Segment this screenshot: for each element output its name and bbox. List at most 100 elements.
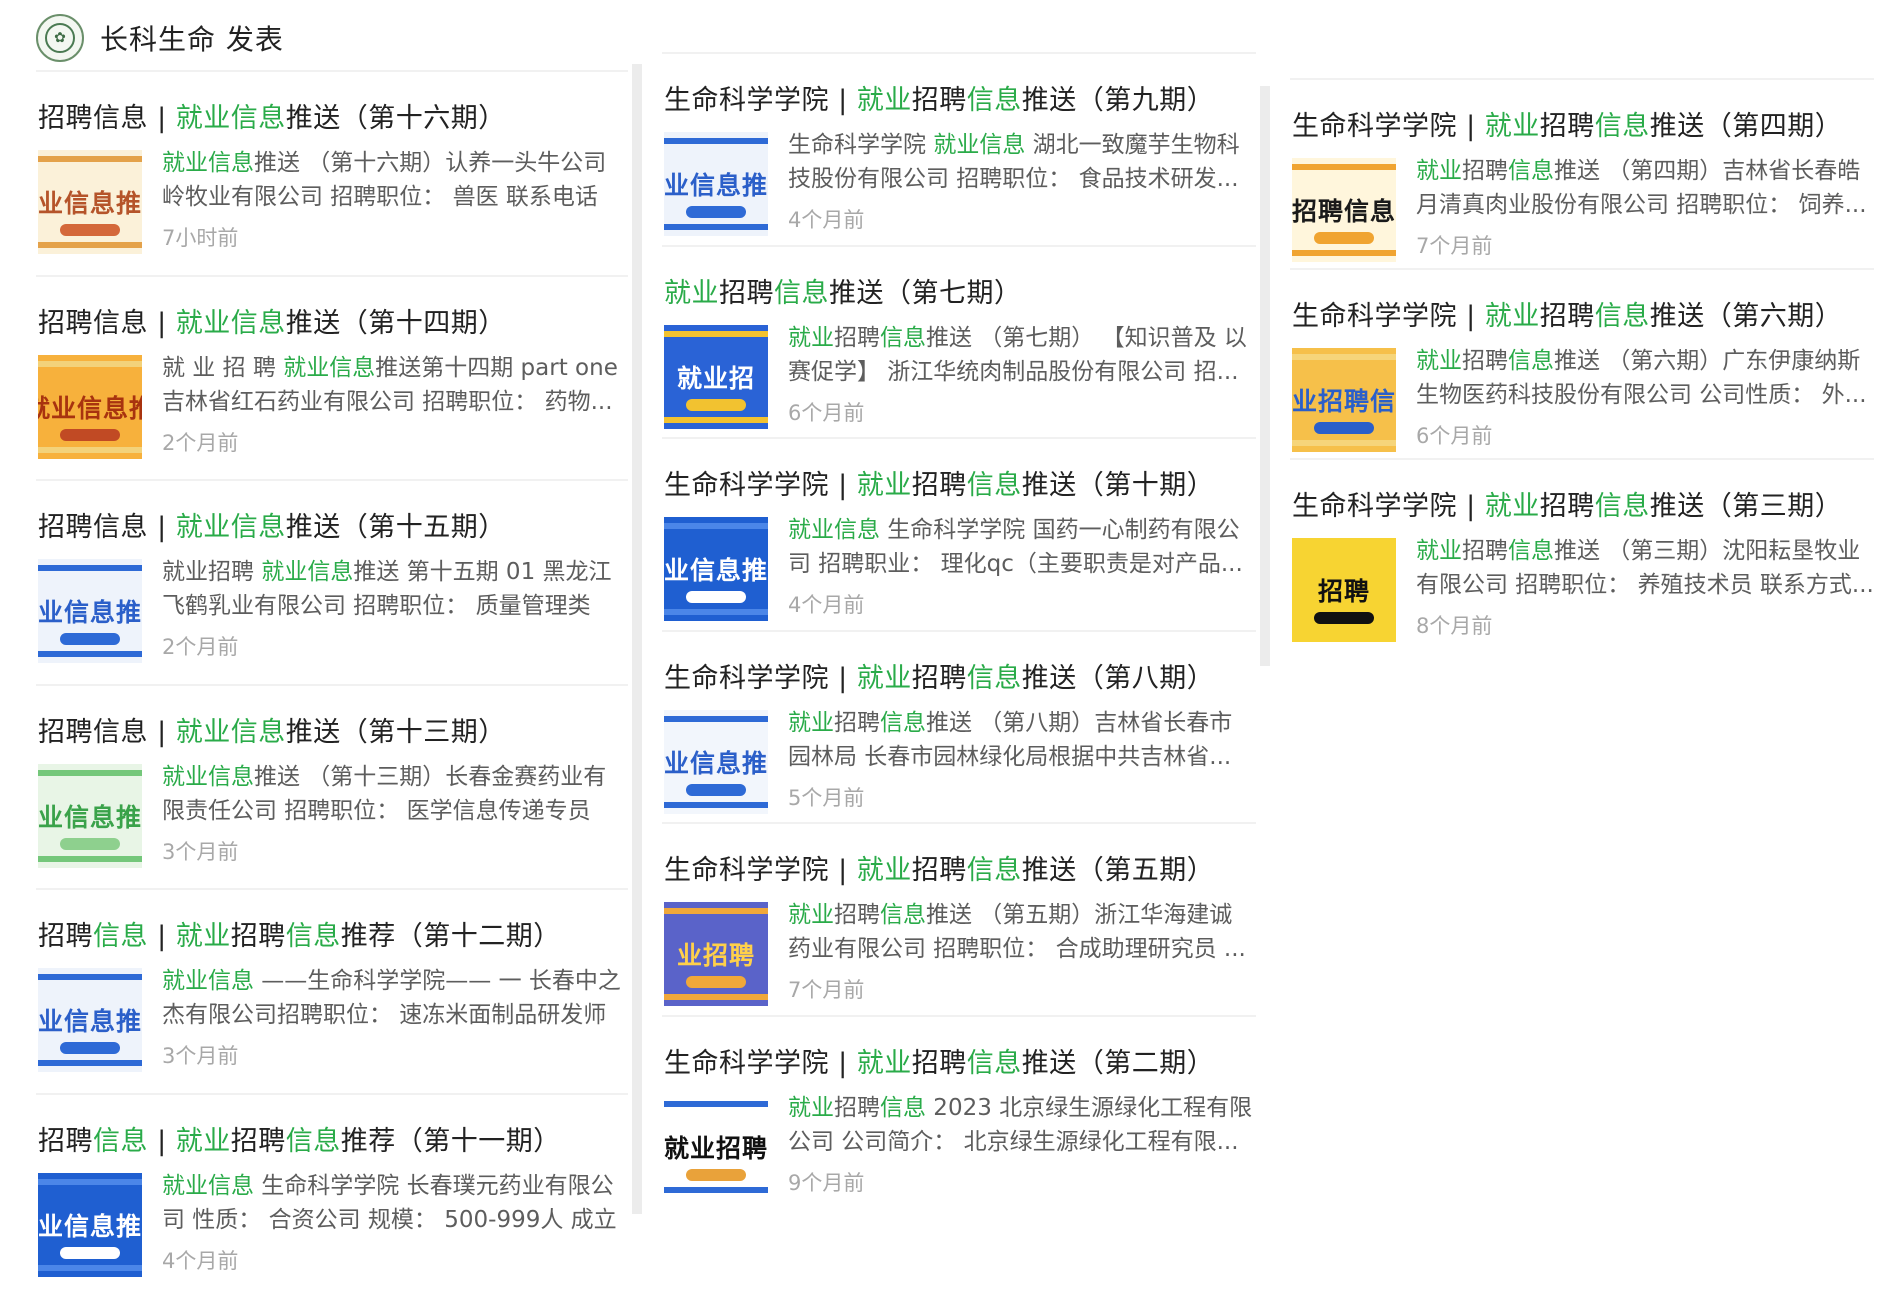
- thumbnail-band: [38, 565, 142, 571]
- article-title[interactable]: 生命科学学院 | 就业招聘信息推送（第六期）: [1292, 294, 1842, 333]
- article-title[interactable]: 生命科学学院 | 就业招聘信息推送（第八期）: [664, 656, 1214, 695]
- publish-time: 3个月前: [162, 1040, 238, 1070]
- article-card[interactable]: 生命科学学院 | 就业招聘信息推送（第六期）业招聘信就业招聘信息推送 （第六期）…: [1290, 268, 1874, 460]
- article-card[interactable]: 生命科学学院 | 就业招聘信息推送（第十期）业信息推就业信息 生命科学学院 国药…: [662, 437, 1256, 632]
- article-title[interactable]: 招聘信息 | 就业信息推送（第十六期）: [38, 96, 506, 135]
- recruitment-cover-thumbnail[interactable]: 就业招: [664, 325, 768, 429]
- article-card[interactable]: 招聘信息 | 就业信息推送（第十三期）业信息推就业信息推送 （第十三期）长春金赛…: [36, 684, 628, 891]
- recruitment-cover-thumbnail[interactable]: 就业信息推: [38, 355, 142, 459]
- thumbnail-text: 业信息推: [664, 166, 768, 202]
- article-title[interactable]: 生命科学学院 | 就业招聘信息推送（第四期）: [1292, 104, 1842, 143]
- publish-time: 2个月前: [162, 631, 238, 661]
- highlight-keyword: 信息: [967, 1048, 1022, 1079]
- article-card[interactable]: 招聘信息 | 就业信息推送（第十四期）就业信息推就 业 招 聘 就业信息推送第十…: [36, 275, 628, 482]
- recruitment-cover-thumbnail[interactable]: 业信息推: [664, 517, 768, 621]
- highlight-keyword: 就业: [857, 855, 912, 886]
- article-title[interactable]: 招聘信息 | 就业信息推送（第十四期）: [38, 301, 506, 340]
- article-card[interactable]: 招聘信息 | 就业信息推送（第十六期）业信息推就业信息推送 （第十六期）认养一头…: [36, 70, 628, 277]
- recruitment-cover-thumbnail[interactable]: 就业招聘: [664, 1095, 768, 1199]
- recruitment-cover-thumbnail[interactable]: 招聘信息: [1292, 158, 1396, 262]
- recruitment-cover-thumbnail[interactable]: 业招聘信: [1292, 348, 1396, 452]
- highlight-keyword: 信息: [93, 921, 148, 952]
- recruitment-cover-thumbnail[interactable]: 业信息推: [38, 1173, 142, 1277]
- article-card[interactable]: 生命科学学院 | 就业招聘信息推送（第八期） 业信息推就业招聘信息推送 （第八期）…: [662, 630, 1256, 825]
- article-title[interactable]: 生命科学学院 | 就业招聘信息推送（第二期）: [664, 1041, 1214, 1080]
- text-segment: ——生命科学学院—— 一 长春中之: [254, 968, 621, 994]
- article-title[interactable]: 招聘信息 | 就业招聘信息推荐（第十二期）: [38, 914, 561, 953]
- text-segment: 技股份有限公司 招聘职位： 食品技术研发...: [788, 166, 1239, 192]
- article-card[interactable]: 招聘信息 | 就业招聘信息推荐（第十一期） 业信息推就业信息 生命科学学院 长春璞…: [36, 1093, 628, 1299]
- summary-line: 月清真肉业股份有限公司 招聘职位： 饲养...: [1416, 188, 1874, 222]
- article-card[interactable]: 生命科学学院 | 就业招聘信息推送（第九期）业信息推生命科学学院 就业信息 湖北…: [662, 52, 1256, 247]
- highlight-keyword: 就业: [788, 325, 834, 351]
- article-card[interactable]: 招聘信息 | 就业信息推送（第十五期）业信息推就业招聘 就业信息推送 第十五期 …: [36, 479, 628, 686]
- recruitment-cover-thumbnail[interactable]: 业信息推: [664, 710, 768, 814]
- summary-line: 有限公司 招聘职位： 养殖技术员 联系方式...: [1416, 568, 1874, 602]
- recruitment-cover-thumbnail[interactable]: 招聘: [1292, 538, 1396, 642]
- text-segment: 生命科学学院 |: [1292, 491, 1485, 522]
- article-title[interactable]: 生命科学学院 | 就业招聘信息推送（第九期）: [664, 78, 1214, 117]
- text-segment: 有限公司 招聘职位： 养殖技术员 联系方式...: [1416, 572, 1874, 598]
- article-card[interactable]: 招聘信息 | 就业招聘信息推荐（第十二期）业信息推就业信息 ——生命科学学院——…: [36, 888, 628, 1095]
- article-title[interactable]: 生命科学学院 | 就业招聘信息推送（第三期）: [1292, 484, 1842, 523]
- article-title[interactable]: 招聘信息 | 就业招聘信息推荐（第十一期）: [38, 1119, 561, 1158]
- thumbnail-band: [1292, 164, 1396, 170]
- thumbnail-pill: [1314, 612, 1374, 624]
- text-segment: 生命科学学院 |: [1292, 301, 1485, 332]
- text-segment: 招聘: [1540, 111, 1595, 142]
- text-segment: 招聘: [912, 85, 967, 116]
- article-title[interactable]: 生命科学学院 | 就业招聘信息推送（第十期）: [664, 463, 1214, 502]
- article-card[interactable]: 就业招聘信息推送（第七期） 就业招就业招聘信息推送 （第七期） 【知识普及 以赛促…: [662, 245, 1256, 440]
- article-card[interactable]: 生命科学学院 | 就业招聘信息推送（第五期）业招聘就业招聘信息推送 （第五期）浙…: [662, 822, 1256, 1017]
- text-segment: 推送 （第三期）沈阳耘垦牧业: [1554, 538, 1860, 564]
- text-segment: 推送（第十三期）: [286, 717, 506, 748]
- recruitment-cover-thumbnail[interactable]: 业信息推: [38, 559, 142, 663]
- recruitment-cover-thumbnail[interactable]: 业招聘: [664, 902, 768, 1006]
- recruitment-cover-thumbnail[interactable]: 业信息推: [664, 132, 768, 236]
- thumbnail-band: [664, 331, 768, 337]
- text-segment: 生命科学学院 |: [664, 855, 857, 886]
- summary-line: 药业有限公司 招聘职位： 合成助理研究员 ...: [788, 932, 1256, 966]
- highlight-keyword: 就业信息: [788, 517, 880, 543]
- thumbnail-band: [664, 609, 768, 615]
- highlight-keyword: 信息: [1595, 111, 1650, 142]
- article-summary: 就业信息 生命科学学院 长春璞元药业有限公司 性质： 合资公司 规模： 500-…: [162, 1169, 628, 1237]
- text-segment: 湖北一致魔芋生物科: [1025, 132, 1239, 158]
- highlight-keyword: 就业: [857, 470, 912, 501]
- publish-time: 7小时前: [162, 222, 238, 252]
- article-card[interactable]: 生命科学学院 | 就业招聘信息推送（第四期）招聘信息就业招聘信息推送 （第四期）…: [1290, 78, 1874, 270]
- recruitment-cover-thumbnail[interactable]: 业信息推: [38, 764, 142, 868]
- article-card[interactable]: 生命科学学院 | 就业招聘信息推送（第二期）就业招聘就业招聘信息 2023 北京…: [662, 1015, 1256, 1210]
- article-title[interactable]: 生命科学学院 | 就业招聘信息推送（第五期）: [664, 848, 1214, 887]
- summary-line: 就业信息 生命科学学院 长春璞元药业有限公: [162, 1169, 628, 1203]
- highlight-keyword: 就业: [1416, 348, 1462, 374]
- highlight-keyword: 就业: [857, 85, 912, 116]
- thumbnail-text: 业信息推: [664, 551, 768, 587]
- thumbnail-pill: [60, 633, 120, 645]
- summary-line: 就业招聘信息推送 （第七期） 【知识普及 以: [788, 321, 1256, 355]
- summary-line: 飞鹤乳业有限公司 招聘职位： 质量管理类: [162, 589, 628, 623]
- article-title[interactable]: 就业招聘信息推送（第七期）: [664, 271, 1022, 310]
- article-summary: 就业招聘信息推送 （第七期） 【知识普及 以赛促学】 浙江华统肉制品股份有限公司…: [788, 321, 1256, 389]
- highlight-keyword: 信息: [286, 921, 341, 952]
- summary-line: 司 招聘职业： 理化qc（主要职责是对产品...: [788, 547, 1256, 581]
- text-segment: 招聘: [912, 1048, 967, 1079]
- recruitment-cover-thumbnail[interactable]: 业信息推: [38, 150, 142, 254]
- publish-time: 2个月前: [162, 427, 238, 457]
- highlight-keyword: 就业: [1485, 111, 1540, 142]
- text-segment: 推送 （第十三期）长春金赛药业有: [254, 764, 606, 790]
- article-summary: 就业招聘信息推送 （第八期）吉林省长春市园林局 长春市园林绿化局根据中共吉林省.…: [788, 706, 1256, 774]
- publish-time: 6个月前: [788, 397, 864, 427]
- text-segment: 生命科学学院 长春璞元药业有限公: [254, 1173, 614, 1199]
- text-segment: 推送（第十四期）: [286, 308, 506, 339]
- text-segment: 招聘: [834, 1095, 880, 1121]
- recruitment-cover-thumbnail[interactable]: 业信息推: [38, 968, 142, 1072]
- summary-line: 技股份有限公司 招聘职位： 食品技术研发...: [788, 162, 1256, 196]
- article-card[interactable]: 生命科学学院 | 就业招聘信息推送（第三期） 招聘就业招聘信息推送 （第三期）沈阳…: [1290, 458, 1874, 650]
- summary-line: 公司 公司简介： 北京绿生源绿化工程有限...: [788, 1125, 1256, 1159]
- text-segment: 园林局 长春市园林绿化局根据中共吉林省...: [788, 744, 1231, 770]
- article-summary: 就业招聘信息推送 （第三期）沈阳耘垦牧业有限公司 招聘职位： 养殖技术员 联系方…: [1416, 534, 1874, 602]
- article-title[interactable]: 招聘信息 | 就业信息推送（第十三期）: [38, 710, 506, 749]
- article-title[interactable]: 招聘信息 | 就业信息推送（第十五期）: [38, 505, 506, 544]
- thumbnail-band: [664, 994, 768, 1000]
